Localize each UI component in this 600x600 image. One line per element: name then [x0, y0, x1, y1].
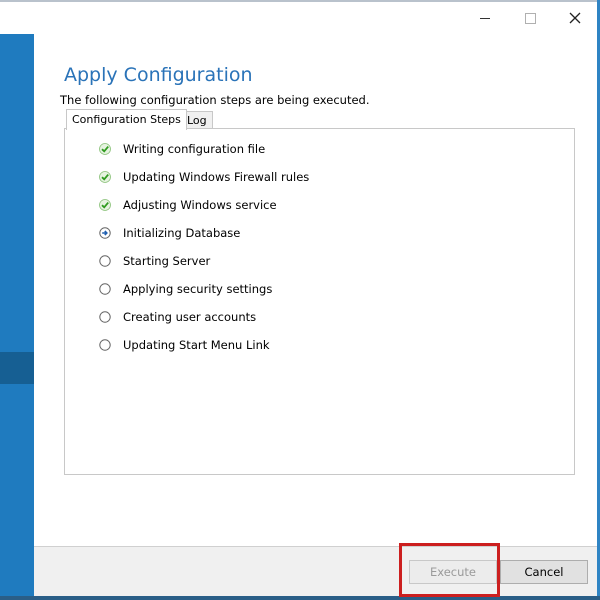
- step-item: Writing configuration file: [99, 140, 265, 158]
- page-title: Apply Configuration: [64, 64, 253, 86]
- minimize-icon: [480, 17, 490, 19]
- left-sidebar: [0, 34, 34, 600]
- configuration-steps-panel: Writing configuration file Updating Wind…: [64, 128, 575, 475]
- close-button[interactable]: [552, 6, 598, 30]
- empty-circle-icon: [99, 311, 111, 323]
- step-item: Adjusting Windows service: [99, 196, 277, 214]
- step-item: Creating user accounts: [99, 308, 256, 326]
- step-label: Applying security settings: [123, 282, 273, 296]
- empty-circle-icon: [99, 339, 111, 351]
- close-icon: [569, 12, 581, 24]
- check-icon: [99, 171, 111, 183]
- window-bottom-edge: [0, 596, 600, 600]
- check-icon: [99, 199, 111, 211]
- step-label: Updating Windows Firewall rules: [123, 170, 310, 184]
- window-top-border: [0, 0, 600, 2]
- step-label: Updating Start Menu Link: [123, 338, 270, 352]
- step-label: Creating user accounts: [123, 310, 257, 324]
- minimize-button[interactable]: [462, 6, 508, 30]
- step-label: Writing configuration file: [123, 142, 266, 156]
- step-label: Adjusting Windows service: [123, 198, 277, 212]
- sidebar-selected-item[interactable]: [0, 352, 34, 384]
- arrow-circle-icon: [99, 227, 111, 239]
- check-icon: [99, 143, 111, 155]
- maximize-icon: [524, 12, 536, 24]
- step-item: Starting Server: [99, 252, 210, 270]
- highlight-annotation: [399, 543, 500, 597]
- step-item: Initializing Database: [99, 224, 240, 242]
- cancel-button[interactable]: Cancel: [500, 560, 588, 584]
- step-item: Updating Start Menu Link: [99, 336, 270, 354]
- step-item: Updating Windows Firewall rules: [99, 168, 309, 186]
- tab-configuration-steps[interactable]: Configuration Steps: [66, 109, 187, 130]
- step-label: Initializing Database: [123, 226, 241, 240]
- page-subtitle: The following configuration steps are be…: [60, 93, 370, 107]
- step-label: Starting Server: [123, 254, 211, 268]
- maximize-button[interactable]: [507, 6, 553, 30]
- empty-circle-icon: [99, 283, 111, 295]
- step-item: Applying security settings: [99, 280, 272, 298]
- empty-circle-icon: [99, 255, 111, 267]
